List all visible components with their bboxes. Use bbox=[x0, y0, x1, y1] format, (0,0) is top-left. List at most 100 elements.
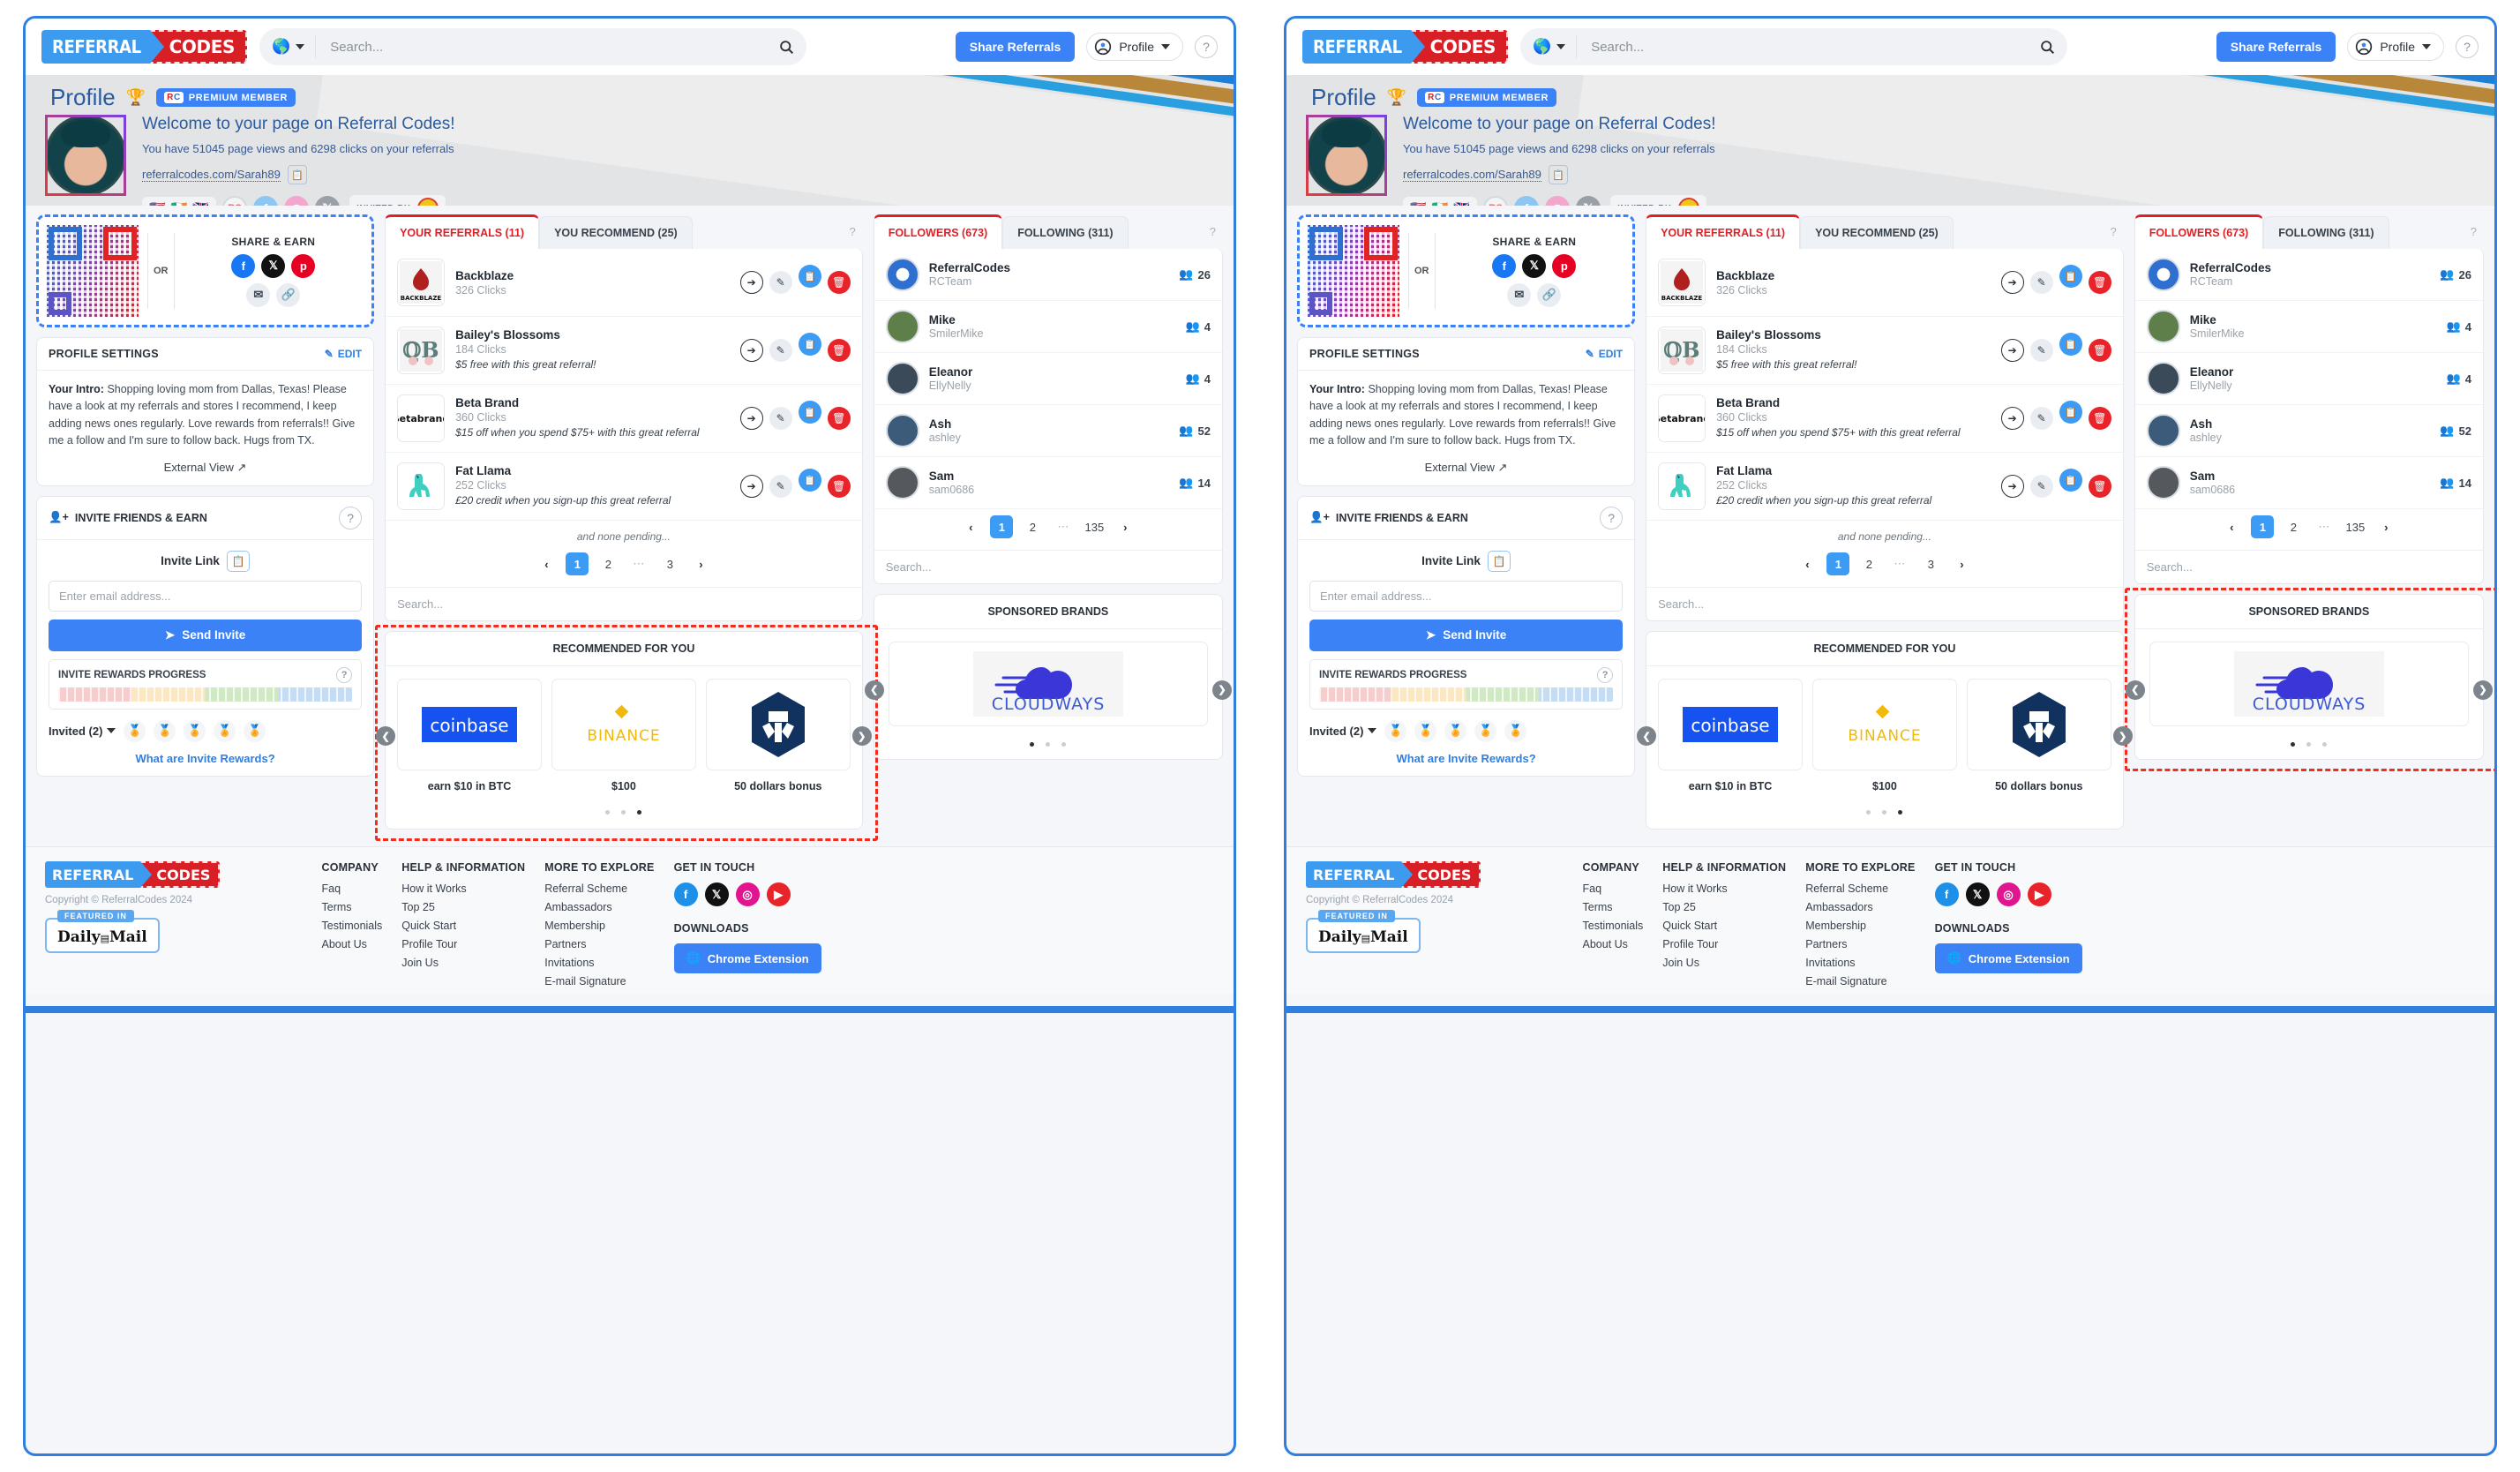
footer-link[interactable]: About Us bbox=[322, 938, 383, 950]
chevron-right-icon[interactable]: ❯ bbox=[2112, 726, 2133, 747]
share-referrals-button[interactable]: Share Referrals bbox=[955, 32, 1076, 62]
recommended-item[interactable]: 50 dollars bonus bbox=[705, 679, 851, 792]
copy-icon[interactable]: 📋 bbox=[1487, 550, 1511, 572]
pagination-page[interactable]: 1 bbox=[990, 515, 1014, 538]
copy-icon[interactable]: 📋 bbox=[798, 401, 821, 424]
help-icon[interactable]: ? bbox=[1195, 35, 1218, 58]
instagram-icon[interactable]: ◎ bbox=[284, 196, 310, 206]
pagination-prev[interactable]: ‹ bbox=[1796, 552, 1819, 575]
language-selector[interactable]: 🌎 bbox=[272, 35, 317, 58]
footer-link[interactable]: Partners bbox=[1805, 938, 1915, 950]
list-item[interactable]: Ash ashley 👥 52 bbox=[874, 405, 1222, 457]
copy-icon[interactable]: 📋 bbox=[2059, 469, 2082, 492]
invited-dropdown[interactable]: Invited (2) bbox=[49, 725, 116, 738]
pagination-page[interactable]: 2 bbox=[2282, 515, 2305, 538]
list-item[interactable]: ReferralCodes RCTeam 👥 26 bbox=[2134, 249, 2483, 301]
youtube-icon[interactable]: ▶ bbox=[766, 882, 791, 906]
carousel-dot[interactable] bbox=[1046, 742, 1051, 747]
help-icon[interactable]: ? bbox=[336, 666, 353, 683]
x-icon[interactable]: 𝕏 bbox=[1965, 882, 1990, 906]
profile-menu-button[interactable]: Profile bbox=[2347, 33, 2444, 61]
help-icon[interactable]: ? bbox=[1210, 225, 1223, 249]
rc-icon[interactable]: RC bbox=[222, 196, 248, 206]
email-icon[interactable]: ✉ bbox=[246, 282, 271, 307]
share-icon[interactable]: ➔ bbox=[739, 407, 763, 430]
avatar[interactable] bbox=[1306, 115, 1387, 196]
footer-link[interactable]: Ambassadors bbox=[544, 901, 654, 913]
table-row[interactable]: Fat Llama 252 Clicks £20 credit when you… bbox=[1646, 453, 2123, 521]
table-row[interactable]: BACKBLAZE Backblaze 326 Clicks ➔ ✎ 📋 🗑 bbox=[1646, 249, 2123, 317]
footer-link[interactable]: Invitations bbox=[544, 957, 654, 969]
footer-link[interactable]: Invitations bbox=[1805, 957, 1915, 969]
pagination-page[interactable]: 135 bbox=[2344, 515, 2366, 538]
facebook-icon[interactable]: f bbox=[673, 882, 698, 906]
footer-link[interactable]: Terms bbox=[1583, 901, 1644, 913]
facebook-icon[interactable]: f bbox=[253, 196, 279, 206]
footer-link[interactable]: E-mail Signature bbox=[544, 975, 654, 988]
footer-link[interactable]: Quick Start bbox=[1662, 920, 1786, 932]
pagination-next[interactable]: › bbox=[2374, 515, 2397, 538]
sponsored-brand-item[interactable]: CLOUDWAYS bbox=[2149, 642, 2469, 726]
chevron-right-icon[interactable]: ❯ bbox=[1212, 680, 1232, 700]
referrals-search-input[interactable]: Search... bbox=[386, 587, 862, 620]
link-icon[interactable]: 🔗 bbox=[1537, 282, 1562, 307]
x-icon[interactable]: 𝕏 bbox=[315, 196, 341, 206]
share-icon[interactable]: ➔ bbox=[2000, 475, 2024, 498]
pagination-page[interactable]: 3 bbox=[1919, 552, 1942, 575]
tab-your-referrals[interactable]: YOUR REFERRALS (11) bbox=[385, 214, 540, 249]
footer-logo[interactable]: REFERRAL CODES bbox=[45, 861, 303, 888]
footer-link[interactable]: Referral Scheme bbox=[544, 882, 654, 895]
share-icon[interactable]: ➔ bbox=[2000, 271, 2024, 294]
edit-icon[interactable]: ✎ bbox=[2029, 407, 2053, 430]
referrals-search-input[interactable]: Search... bbox=[1646, 587, 2123, 620]
copy-icon[interactable]: 📋 bbox=[798, 265, 821, 288]
footer-link[interactable]: Top 25 bbox=[1662, 901, 1786, 913]
x-icon[interactable]: 𝕏 bbox=[704, 882, 729, 906]
footer-link[interactable]: Profile Tour bbox=[401, 938, 525, 950]
pagination-page[interactable]: ⋯ bbox=[1052, 515, 1075, 538]
logo[interactable]: REFERRAL CODES bbox=[41, 30, 248, 64]
help-icon[interactable]: ? bbox=[339, 506, 363, 529]
carousel-dot[interactable] bbox=[1061, 742, 1067, 747]
search-bar[interactable]: 🌎 bbox=[1520, 28, 2068, 65]
list-item[interactable]: Mike SmilerMike 👥 4 bbox=[2134, 301, 2483, 353]
what-are-invite-rewards-link[interactable]: What are Invite Rewards? bbox=[1309, 752, 1623, 765]
edit-icon[interactable]: ✎ bbox=[2029, 271, 2053, 294]
edit-icon[interactable]: ✎ bbox=[769, 271, 792, 294]
delete-icon[interactable]: 🗑 bbox=[827, 407, 851, 430]
footer-link[interactable]: Profile Tour bbox=[1662, 938, 1786, 950]
list-item[interactable]: ReferralCodes RCTeam 👥 26 bbox=[874, 249, 1222, 301]
share-icon[interactable]: ➔ bbox=[739, 271, 763, 294]
invited-dropdown[interactable]: Invited (2) bbox=[1309, 725, 1377, 738]
share-icon[interactable]: ➔ bbox=[739, 475, 763, 498]
footer-link[interactable]: Join Us bbox=[401, 957, 525, 969]
recommended-item[interactable]: coinbase earn $10 in BTC bbox=[397, 679, 542, 792]
pagination-page[interactable]: 2 bbox=[596, 552, 619, 575]
pagination-page[interactable]: 1 bbox=[566, 552, 589, 575]
footer-link[interactable]: Testimonials bbox=[322, 920, 383, 932]
search-icon[interactable] bbox=[771, 32, 801, 62]
footer-link[interactable]: Terms bbox=[322, 901, 383, 913]
profile-url-link[interactable]: referralcodes.com/Sarah89 bbox=[142, 168, 281, 182]
language-selector[interactable]: 🌎 bbox=[1533, 35, 1578, 58]
table-row[interactable]: Fat Llama 252 Clicks £20 credit when you… bbox=[386, 453, 862, 521]
carousel-dot[interactable] bbox=[2306, 742, 2312, 747]
list-item[interactable]: Eleanor EllyNelly 👥 4 bbox=[874, 353, 1222, 405]
carousel-dot[interactable] bbox=[1866, 810, 1871, 815]
help-icon[interactable]: ? bbox=[849, 225, 862, 249]
share-icon[interactable]: ➔ bbox=[739, 339, 763, 362]
qr-code[interactable] bbox=[47, 225, 139, 317]
send-invite-button[interactable]: ➤ Send Invite bbox=[1309, 619, 1624, 651]
send-invite-button[interactable]: ➤ Send Invite bbox=[49, 619, 363, 651]
footer-link[interactable]: Membership bbox=[1805, 920, 1915, 932]
search-icon[interactable] bbox=[2032, 32, 2062, 62]
copy-icon[interactable]: 📋 bbox=[287, 165, 307, 184]
list-item[interactable]: Eleanor EllyNelly 👥 4 bbox=[2134, 353, 2483, 405]
email-field[interactable] bbox=[1309, 580, 1624, 612]
footer-link[interactable]: Membership bbox=[544, 920, 654, 932]
tab-following[interactable]: FOLLOWING (311) bbox=[2263, 216, 2389, 249]
pagination-page[interactable]: 2 bbox=[1857, 552, 1880, 575]
edit-button[interactable]: ✎ EDIT bbox=[1586, 348, 1623, 360]
pagination-prev[interactable]: ‹ bbox=[535, 552, 558, 575]
share-icon[interactable]: ➔ bbox=[2000, 407, 2024, 430]
